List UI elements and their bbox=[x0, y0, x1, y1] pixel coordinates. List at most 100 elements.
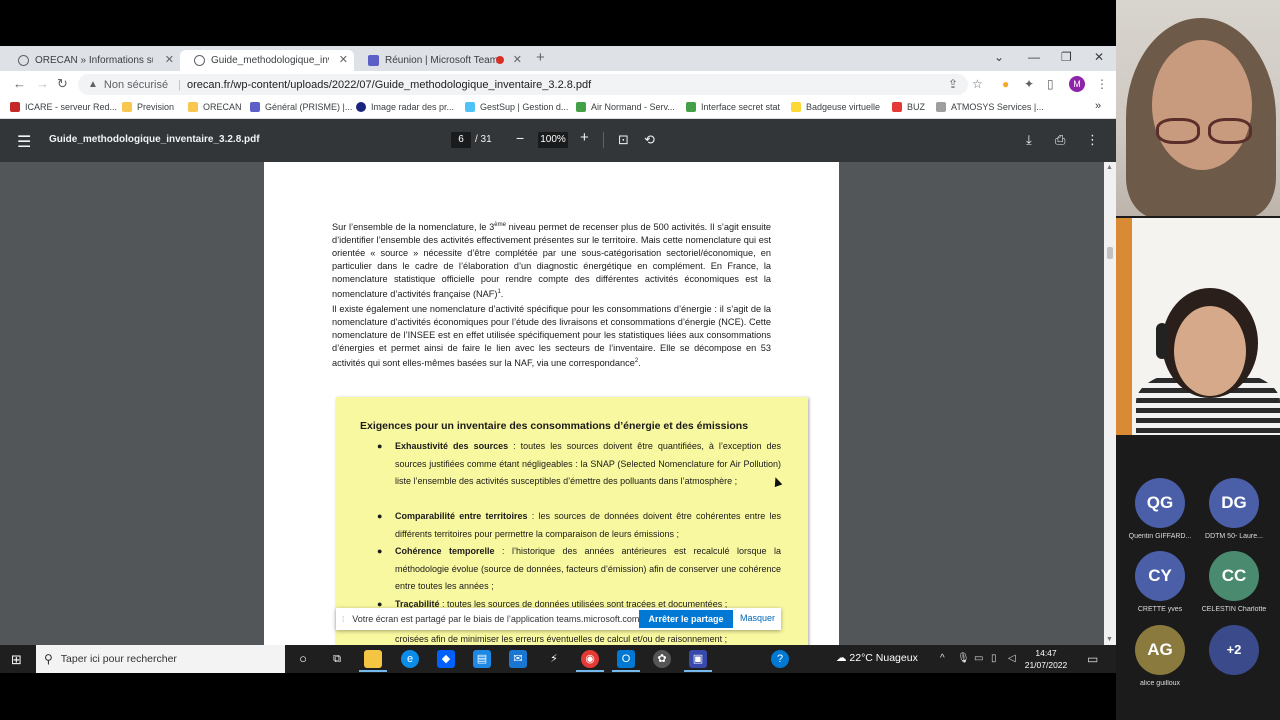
text-run: . bbox=[500, 289, 504, 300]
download-icon[interactable]: ⤓ bbox=[1026, 132, 1032, 148]
bookmark-item[interactable]: Prevision bbox=[122, 102, 174, 112]
close-tab-icon[interactable]: ✕ bbox=[165, 53, 174, 66]
zoom-out-icon[interactable]: − bbox=[516, 130, 524, 146]
more-options-icon[interactable]: ⋮ bbox=[1086, 132, 1099, 148]
close-tab-icon[interactable]: ✕ bbox=[513, 53, 522, 66]
drag-handle-icon[interactable]: ⁞ bbox=[342, 615, 344, 624]
zoom-input[interactable]: 100% bbox=[538, 132, 568, 148]
tab-search-icon[interactable]: ⌄ bbox=[994, 50, 1004, 64]
task-view-icon[interactable]: ⧉ bbox=[328, 650, 346, 668]
bookmark-item[interactable]: Interface secret stat bbox=[686, 102, 780, 112]
more-bookmarks-icon[interactable]: » bbox=[1095, 100, 1101, 112]
scrollbar-thumb[interactable] bbox=[1107, 247, 1113, 259]
headset-icon bbox=[1156, 323, 1168, 359]
edge-icon[interactable]: e bbox=[401, 650, 419, 668]
new-tab-icon[interactable]: + bbox=[536, 49, 545, 66]
puzzle-icon[interactable]: ✦ bbox=[1024, 77, 1034, 91]
tab-teams[interactable]: Réunion | Microsoft Teams ✕ bbox=[354, 50, 528, 71]
rotate-icon[interactable]: ⟲ bbox=[644, 132, 655, 148]
close-tab-icon[interactable]: ✕ bbox=[339, 53, 348, 66]
participant-tile[interactable]: CC CELESTIN Charlotte bbox=[1194, 551, 1274, 613]
volume-icon[interactable]: ◁ bbox=[1008, 653, 1016, 664]
scroll-up-icon[interactable]: ▲ bbox=[1106, 164, 1113, 171]
back-icon[interactable]: ← bbox=[13, 76, 26, 91]
bookmark-item[interactable]: Badgeuse virtuelle bbox=[791, 102, 880, 112]
participant-name: CRETTE yves bbox=[1137, 606, 1183, 613]
clock[interactable]: 14:47 21/07/2022 bbox=[1024, 647, 1068, 671]
bookmark-item[interactable]: Général (PRISME) |... bbox=[250, 102, 352, 112]
extension-icon[interactable]: ● bbox=[1002, 77, 1009, 91]
more-participants-tile[interactable]: +2 bbox=[1194, 625, 1274, 675]
pdf-viewport[interactable]: Sur l’ensemble de la nomenclature, le 3è… bbox=[0, 162, 1116, 646]
bookmark-item[interactable]: ICARE - serveur Red... bbox=[10, 102, 117, 112]
windows-taskbar: ⊞ ⚲ Taper ici pour rechercher ○ ⧉ e ◆ ▤ … bbox=[0, 645, 1116, 673]
participant-tile[interactable]: QG Quentin GIFFARD... bbox=[1120, 478, 1200, 540]
bookmark-star-icon[interactable]: ☆ bbox=[972, 77, 983, 91]
weather-widget[interactable]: ☁ 22°C Nuageux bbox=[836, 652, 918, 664]
side-panel-icon[interactable]: ▯ bbox=[1047, 77, 1054, 91]
file-explorer-icon[interactable] bbox=[364, 650, 382, 668]
remote-desktop-icon[interactable]: ▣ bbox=[689, 650, 707, 668]
security-label[interactable]: Non sécurisé bbox=[104, 79, 168, 91]
participant-name: Quentin GIFFARD... bbox=[1128, 533, 1192, 540]
url-text[interactable]: orecan.fr/wp-content/uploads/2022/07/Gui… bbox=[187, 79, 591, 91]
tab-pdf[interactable]: Guide_methodologique_inventai ✕ bbox=[180, 50, 354, 71]
desktop: ORECAN » Informations sur les o ✕ Guide_… bbox=[0, 0, 1280, 720]
cloud-icon: ☁ bbox=[836, 652, 847, 664]
help-icon[interactable]: ? bbox=[771, 650, 789, 668]
bookmark-item[interactable]: Air Normand - Serv... bbox=[576, 102, 675, 112]
hide-button[interactable]: Masquer bbox=[740, 613, 775, 623]
app-icon[interactable]: ✿ bbox=[653, 650, 671, 668]
pdf-scrollbar[interactable]: ▲ ▼ bbox=[1104, 162, 1116, 646]
zoom-in-icon[interactable]: + bbox=[580, 129, 589, 146]
warning-icon: ▲ bbox=[88, 79, 98, 90]
network-icon[interactable]: ▭ bbox=[974, 653, 983, 664]
microphone-icon[interactable]: 🎙 bbox=[957, 653, 970, 664]
store-icon[interactable]: ▤ bbox=[473, 650, 491, 668]
bookmark-item[interactable]: Image radar des pr... bbox=[356, 102, 454, 112]
cortana-icon[interactable]: ○ bbox=[294, 650, 312, 668]
menu-kebab-icon[interactable]: ⋮ bbox=[1096, 77, 1108, 91]
print-icon[interactable]: ⎙ bbox=[1055, 132, 1065, 148]
profile-avatar[interactable]: M bbox=[1069, 76, 1085, 92]
participant-tile[interactable]: CY CRETTE yves bbox=[1120, 551, 1200, 613]
mail-icon[interactable]: ✉ bbox=[509, 650, 527, 668]
share-icon[interactable]: ⇪ bbox=[948, 77, 958, 91]
stop-sharing-button[interactable]: Arrêter le partage bbox=[639, 610, 733, 628]
tray-chevron-icon[interactable]: ^ bbox=[940, 653, 945, 664]
scroll-down-icon[interactable]: ▼ bbox=[1106, 636, 1113, 643]
active-app-indicator bbox=[684, 670, 712, 672]
bookmark-item[interactable]: GestSup | Gestion d... bbox=[465, 102, 568, 112]
hamburger-menu-icon[interactable]: ☰ bbox=[17, 132, 31, 152]
teams-sidebar: QG Quentin GIFFARD... DG DDTM 50- Laure.… bbox=[1116, 0, 1280, 720]
close-window-icon[interactable]: ✕ bbox=[1094, 50, 1104, 64]
forward-icon[interactable]: → bbox=[36, 76, 49, 91]
participant-video-2 bbox=[1116, 218, 1280, 435]
participant-tile[interactable]: AG alice guilloux bbox=[1120, 625, 1200, 687]
power-automate-icon[interactable]: ⚡ bbox=[545, 650, 563, 668]
address-bar[interactable]: ▲ Non sécurisé | orecan.fr/wp-content/up… bbox=[78, 74, 968, 95]
more-participants-count: +2 bbox=[1209, 625, 1259, 675]
notifications-icon[interactable]: ▭ bbox=[1087, 652, 1098, 666]
participant-tile[interactable]: DG DDTM 50- Laure... bbox=[1194, 478, 1274, 540]
glasses-left bbox=[1156, 118, 1200, 144]
outlook-icon[interactable]: O bbox=[617, 650, 635, 668]
bookmark-item[interactable]: ORECAN bbox=[188, 102, 242, 112]
dropbox-icon[interactable]: ◆ bbox=[437, 650, 455, 668]
pdf-filename: Guide_methodologique_inventaire_3.2.8.pd… bbox=[49, 134, 260, 145]
reload-icon[interactable]: ↻ bbox=[57, 76, 68, 92]
fit-page-icon[interactable]: ⊡ bbox=[618, 132, 629, 148]
tab-orecan[interactable]: ORECAN » Informations sur les o ✕ bbox=[4, 50, 180, 71]
share-message: Votre écran est partagé par le biais de … bbox=[352, 614, 642, 624]
minimize-icon[interactable]: — bbox=[1028, 50, 1040, 64]
participant-avatar: CY bbox=[1135, 551, 1185, 601]
chrome-icon[interactable]: ◉ bbox=[581, 650, 599, 668]
text-run: niveau permet de recenser plus de 500 ac… bbox=[332, 222, 771, 300]
bookmark-item[interactable]: ATMOSYS Services |... bbox=[936, 102, 1044, 112]
maximize-icon[interactable]: ❐ bbox=[1061, 50, 1072, 64]
page-number-input[interactable]: 6 bbox=[451, 132, 471, 148]
taskbar-search[interactable]: ⚲ Taper ici pour rechercher bbox=[36, 645, 285, 673]
bookmark-item[interactable]: BUZ bbox=[892, 102, 925, 112]
battery-icon[interactable]: ▯ bbox=[991, 653, 997, 664]
windows-start-icon[interactable]: ⊞ bbox=[11, 652, 22, 668]
